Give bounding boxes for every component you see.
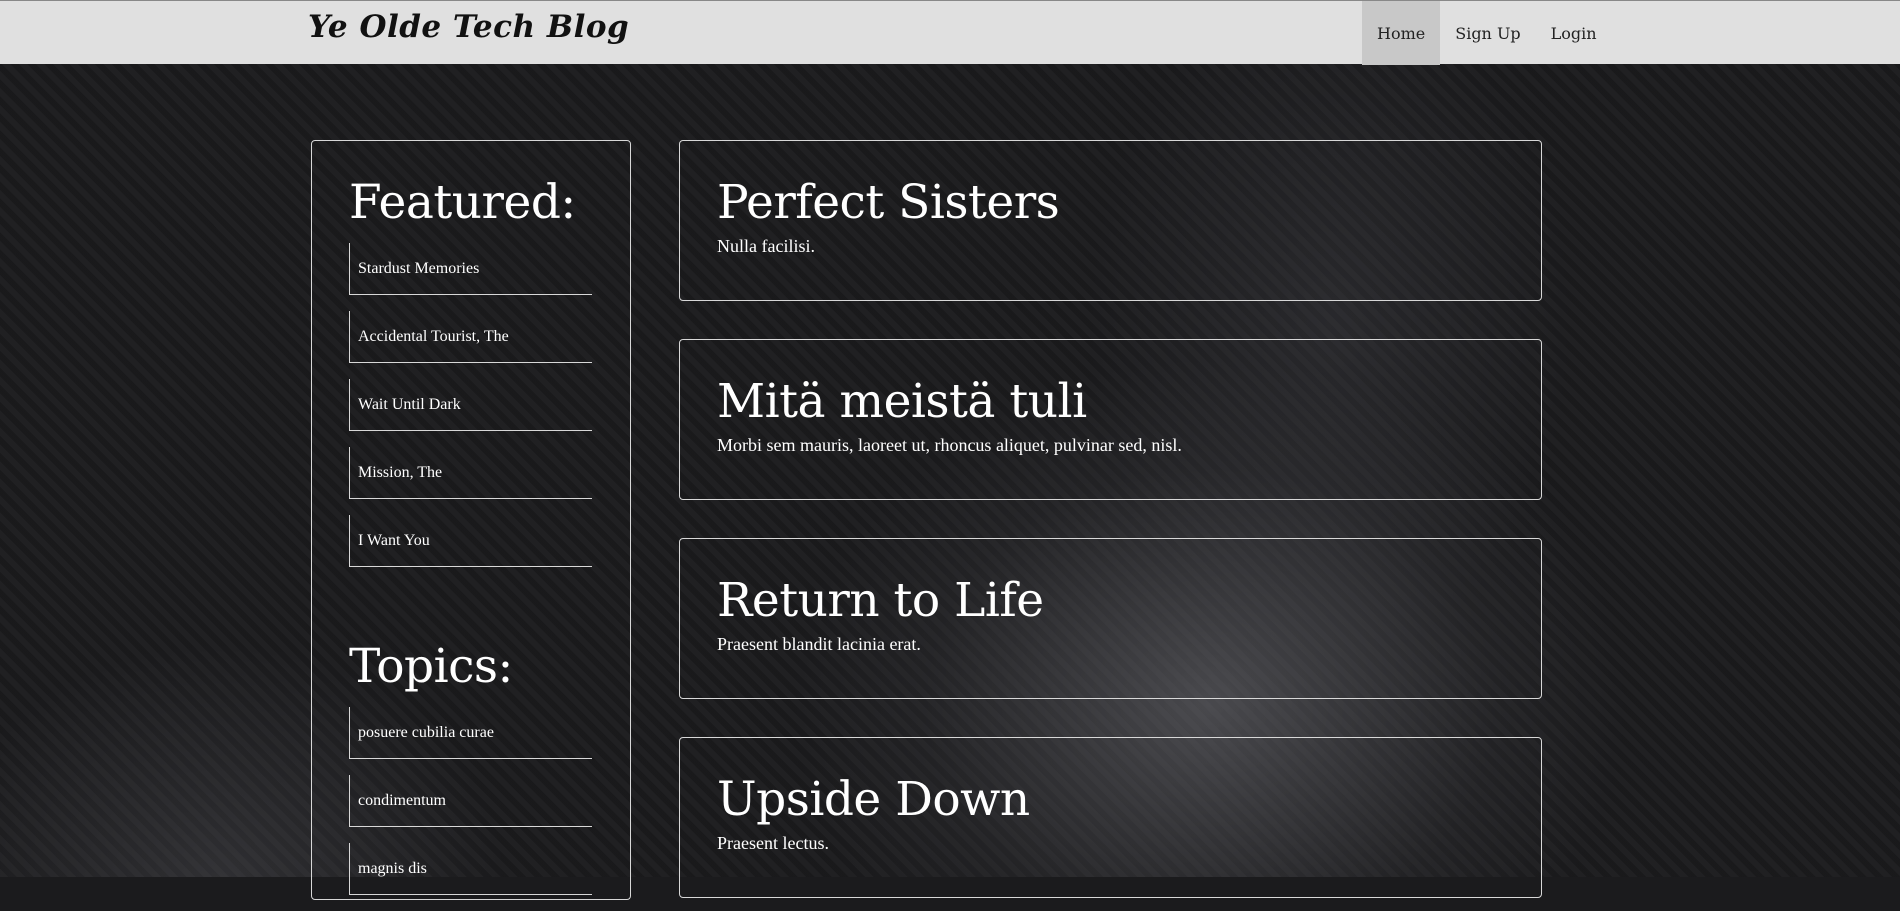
featured-item[interactable]: Stardust Memories	[349, 243, 592, 295]
topic-item[interactable]: condimentum	[349, 775, 592, 827]
post-title[interactable]: Upside Down	[717, 772, 1030, 827]
post-card[interactable]: Mitä meistä tuli Morbi sem mauris, laore…	[679, 339, 1542, 500]
nav-login-link[interactable]: Login	[1536, 1, 1612, 65]
topic-item[interactable]: posuere cubilia curae	[349, 707, 592, 759]
topics-heading: Topics:	[349, 639, 513, 694]
sidebar: Featured: Stardust Memories Accidental T…	[311, 140, 631, 900]
featured-item[interactable]: Mission, The	[349, 447, 592, 499]
featured-list: Stardust Memories Accidental Tourist, Th…	[349, 243, 592, 583]
nav-signup-link[interactable]: Sign Up	[1440, 1, 1535, 65]
post-excerpt: Nulla facilisi.	[717, 236, 815, 257]
featured-heading: Featured:	[349, 175, 576, 230]
post-card[interactable]: Upside Down Praesent lectus.	[679, 737, 1542, 898]
nav-links: Home Sign Up Login	[1362, 1, 1612, 65]
post-title[interactable]: Mitä meistä tuli	[717, 374, 1087, 429]
post-excerpt: Morbi sem mauris, laoreet ut, rhoncus al…	[717, 435, 1182, 456]
featured-item[interactable]: I Want You	[349, 515, 592, 567]
post-card[interactable]: Return to Life Praesent blandit lacinia …	[679, 538, 1542, 699]
featured-item[interactable]: Wait Until Dark	[349, 379, 592, 431]
featured-item[interactable]: Accidental Tourist, The	[349, 311, 592, 363]
navbar: Ye Olde Tech Blog Home Sign Up Login	[0, 0, 1900, 64]
post-excerpt: Praesent lectus.	[717, 833, 829, 854]
topics-list: posuere cubilia curae condimentum magnis…	[349, 707, 592, 911]
topic-item[interactable]: magnis dis	[349, 843, 592, 895]
post-title[interactable]: Perfect Sisters	[717, 175, 1059, 230]
post-title[interactable]: Return to Life	[717, 573, 1044, 628]
post-card[interactable]: Perfect Sisters Nulla facilisi.	[679, 140, 1542, 301]
post-excerpt: Praesent blandit lacinia erat.	[717, 634, 921, 655]
brand-logo[interactable]: Ye Olde Tech Blog	[308, 9, 629, 45]
nav-home-link[interactable]: Home	[1362, 1, 1440, 65]
